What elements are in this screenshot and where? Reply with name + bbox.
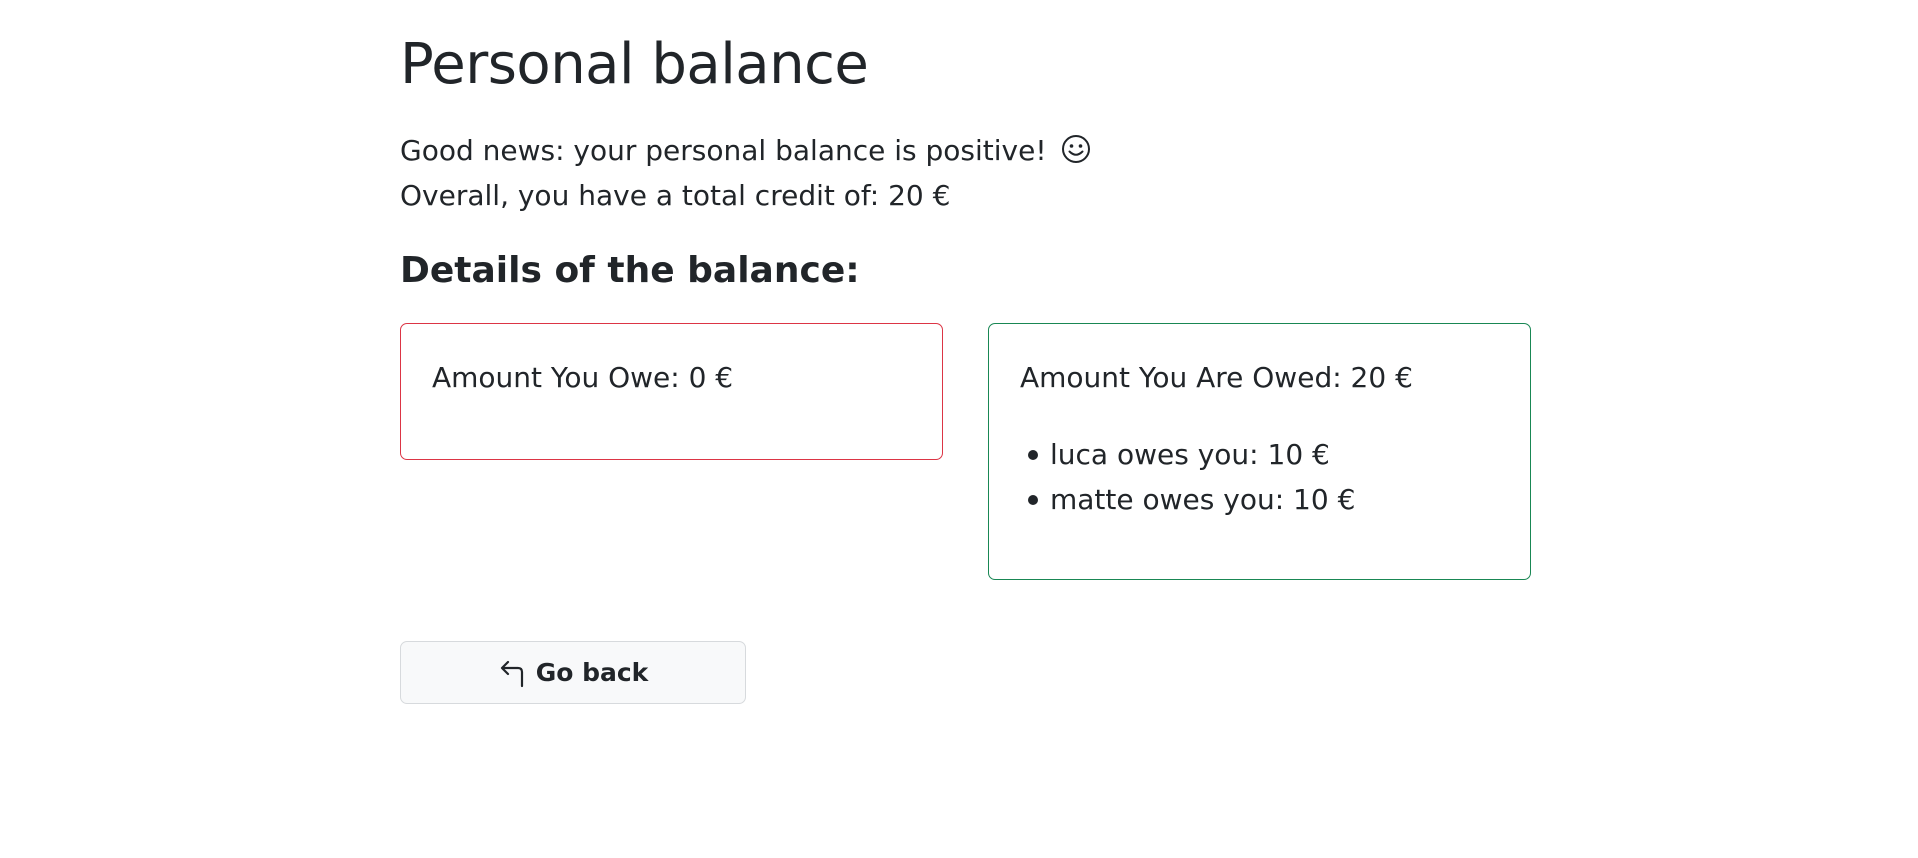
bullet-icon — [1028, 495, 1038, 505]
go-back-label: Go back — [535, 658, 649, 687]
owed-list: luca owes you: 10 € matte owes you: 10 € — [1020, 432, 1355, 522]
amount-owe-card: Amount You Owe: 0 € — [400, 323, 943, 460]
amount-owed-card: Amount You Are Owed: 20 € luca owes you:… — [988, 323, 1531, 580]
owed-item-text: matte owes you: 10 € — [1050, 483, 1356, 516]
balance-summary: Good news: your personal balance is posi… — [400, 128, 1091, 218]
arrow-return-left-icon — [498, 658, 528, 688]
go-back-button[interactable]: Go back — [400, 641, 746, 704]
owed-item-text: luca owes you: 10 € — [1050, 438, 1330, 471]
list-item: luca owes you: 10 € — [1028, 432, 1355, 477]
page-title: Personal balance — [400, 32, 869, 97]
balance-message: Good news: your personal balance is posi… — [400, 134, 1047, 167]
details-title: Details of the balance: — [400, 250, 860, 291]
balance-message-line: Good news: your personal balance is posi… — [400, 128, 1091, 173]
total-credit: Overall, you have a total credit of: 20 … — [400, 179, 951, 212]
amount-owed-title: Amount You Are Owed: 20 € — [1020, 361, 1413, 394]
amount-owe-title: Amount You Owe: 0 € — [432, 361, 734, 394]
list-item: matte owes you: 10 € — [1028, 477, 1356, 522]
smile-icon — [1061, 132, 1091, 163]
bullet-icon — [1028, 450, 1038, 460]
